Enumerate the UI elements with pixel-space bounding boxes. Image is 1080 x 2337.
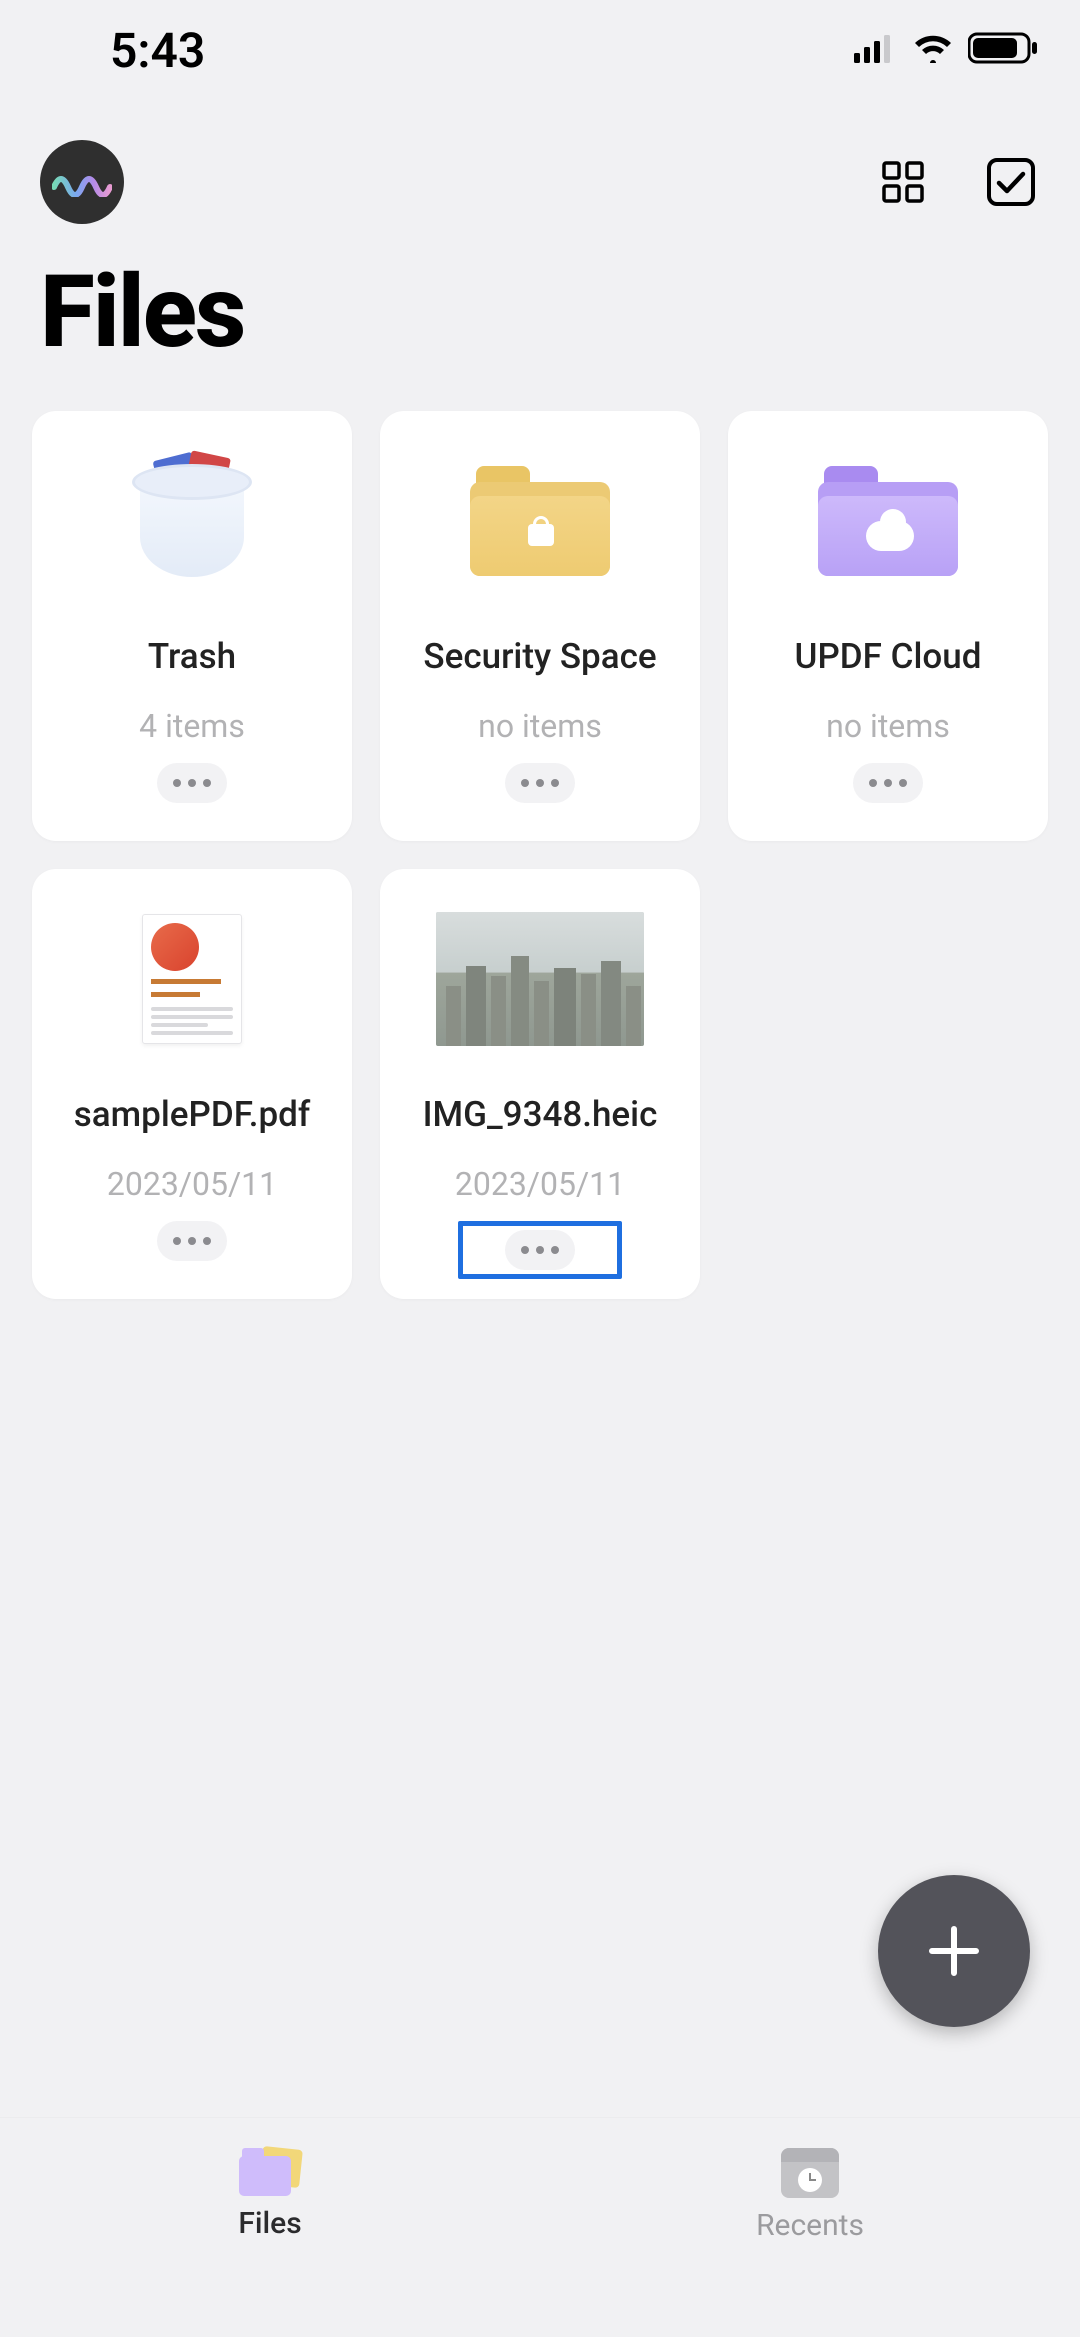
security-space-card[interactable]: Security Space no items [380,411,700,841]
add-button[interactable] [878,1875,1030,2027]
battery-icon [968,32,1040,68]
card-name: samplePDF.pdf [50,1094,335,1135]
card-meta: no items [826,707,950,745]
card-name: UPDF Cloud [746,636,1031,677]
plus-icon [922,1919,986,1983]
logo-icon [52,167,112,197]
image-thumbnail [390,899,690,1059]
card-meta: 4 items [139,707,245,745]
grid-view-button[interactable] [874,153,932,211]
locked-folder-icon [390,441,690,601]
card-name: Security Space [398,636,683,677]
status-time: 5:43 [110,22,205,79]
more-button[interactable] [157,763,227,803]
trash-icon [42,441,342,601]
status-indicators [854,32,1040,68]
sample-pdf-card[interactable]: samplePDF.pdf 2023/05/11 [32,869,352,1299]
more-button[interactable] [853,763,923,803]
avatar[interactable] [40,140,124,224]
files-tab-icon [239,2148,301,2196]
card-name: IMG_9348.heic [398,1094,683,1135]
more-button[interactable] [157,1221,227,1261]
card-name: Trash [50,636,335,677]
tab-recents[interactable]: Recents [540,2118,1080,2337]
select-button[interactable] [982,153,1040,211]
wifi-icon [912,33,954,67]
trash-card[interactable]: Trash 4 items [32,411,352,841]
tab-label: Recents [756,2208,864,2243]
tab-label: Files [238,2206,301,2241]
card-meta: 2023/05/11 [455,1165,625,1203]
more-button-highlighted[interactable] [458,1221,622,1279]
image-card[interactable]: IMG_9348.heic 2023/05/11 [380,869,700,1299]
status-bar: 5:43 [0,0,1080,100]
checkbox-icon [985,156,1037,208]
file-grid: Trash 4 items Security Space no items UP… [0,411,1080,1299]
tab-files[interactable]: Files [0,2118,540,2337]
cloud-folder-icon [738,441,1038,601]
more-button[interactable] [505,763,575,803]
tabbar: Files Recents [0,2117,1080,2337]
pdf-thumbnail [42,899,342,1059]
page-title: Files [0,224,1080,411]
card-meta: 2023/05/11 [107,1165,277,1203]
grid-icon [879,158,927,206]
cellular-icon [854,33,898,67]
recents-tab-icon [781,2148,839,2198]
header [0,100,1080,224]
updf-cloud-card[interactable]: UPDF Cloud no items [728,411,1048,841]
card-meta: no items [478,707,602,745]
